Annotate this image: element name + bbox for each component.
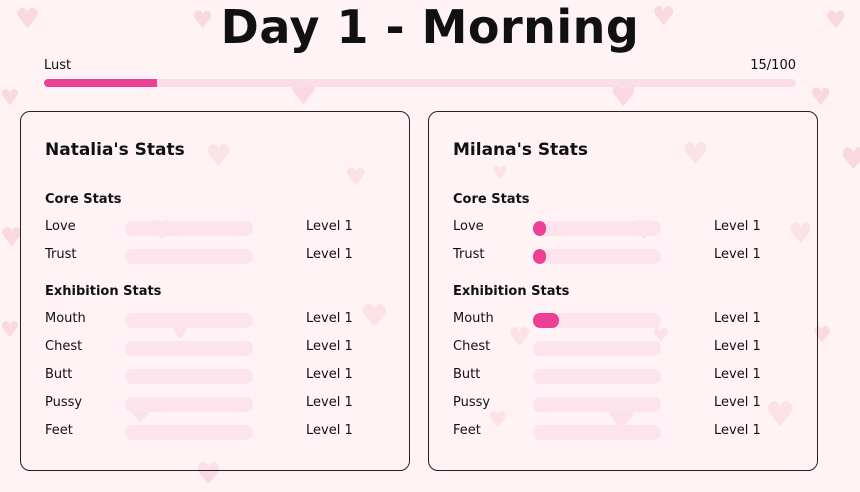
page-title: Day 1 - Morning — [220, 0, 640, 54]
stat-level: Level 1 — [714, 247, 761, 262]
stat-row-feet: Feet Level 1 — [453, 423, 773, 441]
stat-progress-fill — [533, 221, 546, 236]
stat-level: Level 1 — [714, 395, 761, 410]
stat-row-butt: Butt Level 1 — [45, 367, 365, 385]
stat-label: Chest — [453, 339, 491, 354]
stat-level: Level 1 — [306, 219, 353, 234]
stat-progress-bar — [125, 249, 253, 264]
stat-row-trust: Trust Level 1 — [45, 247, 365, 265]
stat-label: Feet — [45, 423, 73, 438]
exhibition-stats-heading: Exhibition Stats — [45, 284, 162, 299]
stat-label: Feet — [453, 423, 481, 438]
stat-progress-bar — [125, 341, 253, 356]
lust-progress-bar — [44, 79, 796, 87]
stat-level: Level 1 — [306, 339, 353, 354]
stat-label: Love — [45, 219, 76, 234]
stat-label: Trust — [453, 247, 485, 262]
stat-progress-fill — [533, 313, 559, 328]
stat-progress-bar — [533, 221, 661, 236]
lust-value: 15/100 — [750, 58, 796, 73]
stat-progress-bar — [533, 397, 661, 412]
milana-stats-panel: Milana's Stats Core Stats Love Level 1 T… — [428, 111, 818, 471]
stat-row-pussy: Pussy Level 1 — [45, 395, 365, 413]
stat-level: Level 1 — [714, 219, 761, 234]
stat-level: Level 1 — [714, 339, 761, 354]
core-stats-heading: Core Stats — [453, 192, 530, 207]
stat-label: Butt — [45, 367, 73, 382]
heart-icon: ♥ — [810, 83, 832, 111]
stat-row-chest: Chest Level 1 — [45, 339, 365, 357]
stat-level: Level 1 — [714, 311, 761, 326]
stat-label: Love — [453, 219, 484, 234]
stat-progress-bar — [533, 369, 661, 384]
stat-label: Pussy — [453, 395, 491, 410]
stat-label: Mouth — [45, 311, 86, 326]
stat-progress-bar — [125, 221, 253, 236]
stat-row-trust: Trust Level 1 — [453, 247, 773, 265]
stat-row-feet: Feet Level 1 — [45, 423, 365, 441]
core-stats-heading: Core Stats — [45, 192, 122, 207]
stat-row-chest: Chest Level 1 — [453, 339, 773, 357]
stat-progress-bar — [533, 249, 661, 264]
stat-progress-bar — [125, 397, 253, 412]
stat-level: Level 1 — [306, 311, 353, 326]
stat-label: Mouth — [453, 311, 494, 326]
lust-progress-fill — [44, 79, 157, 87]
stat-level: Level 1 — [306, 367, 353, 382]
heart-icon: ♥ — [0, 318, 20, 343]
exhibition-stats-heading: Exhibition Stats — [453, 284, 570, 299]
heart-icon: ♥ — [0, 86, 20, 111]
lust-meter: Lust 15/100 — [44, 58, 796, 87]
stat-progress-bar — [533, 313, 661, 328]
stat-level: Level 1 — [306, 247, 353, 262]
stat-row-love: Love Level 1 — [45, 219, 365, 237]
stat-label: Chest — [45, 339, 83, 354]
stat-row-love: Love Level 1 — [453, 219, 773, 237]
stat-row-butt: Butt Level 1 — [453, 367, 773, 385]
stat-label: Trust — [45, 247, 77, 262]
stat-row-pussy: Pussy Level 1 — [453, 395, 773, 413]
stat-level: Level 1 — [714, 367, 761, 382]
stat-row-mouth: Mouth Level 1 — [45, 311, 365, 329]
stat-row-mouth: Mouth Level 1 — [453, 311, 773, 329]
lust-label: Lust — [44, 58, 72, 73]
panel-title: Milana's Stats — [453, 140, 588, 160]
stat-label: Butt — [453, 367, 481, 382]
heart-icon: ♥ — [840, 142, 860, 177]
stat-progress-bar — [125, 313, 253, 328]
stat-progress-fill — [533, 249, 546, 264]
panel-title: Natalia's Stats — [45, 140, 185, 160]
stat-level: Level 1 — [714, 423, 761, 438]
stat-label: Pussy — [45, 395, 83, 410]
stat-level: Level 1 — [306, 423, 353, 438]
stat-level: Level 1 — [306, 395, 353, 410]
natalia-stats-panel: Natalia's Stats Core Stats Love Level 1 … — [20, 111, 410, 471]
stat-progress-bar — [125, 369, 253, 384]
stat-progress-bar — [125, 425, 253, 440]
stat-progress-bar — [533, 425, 661, 440]
stat-progress-bar — [533, 341, 661, 356]
